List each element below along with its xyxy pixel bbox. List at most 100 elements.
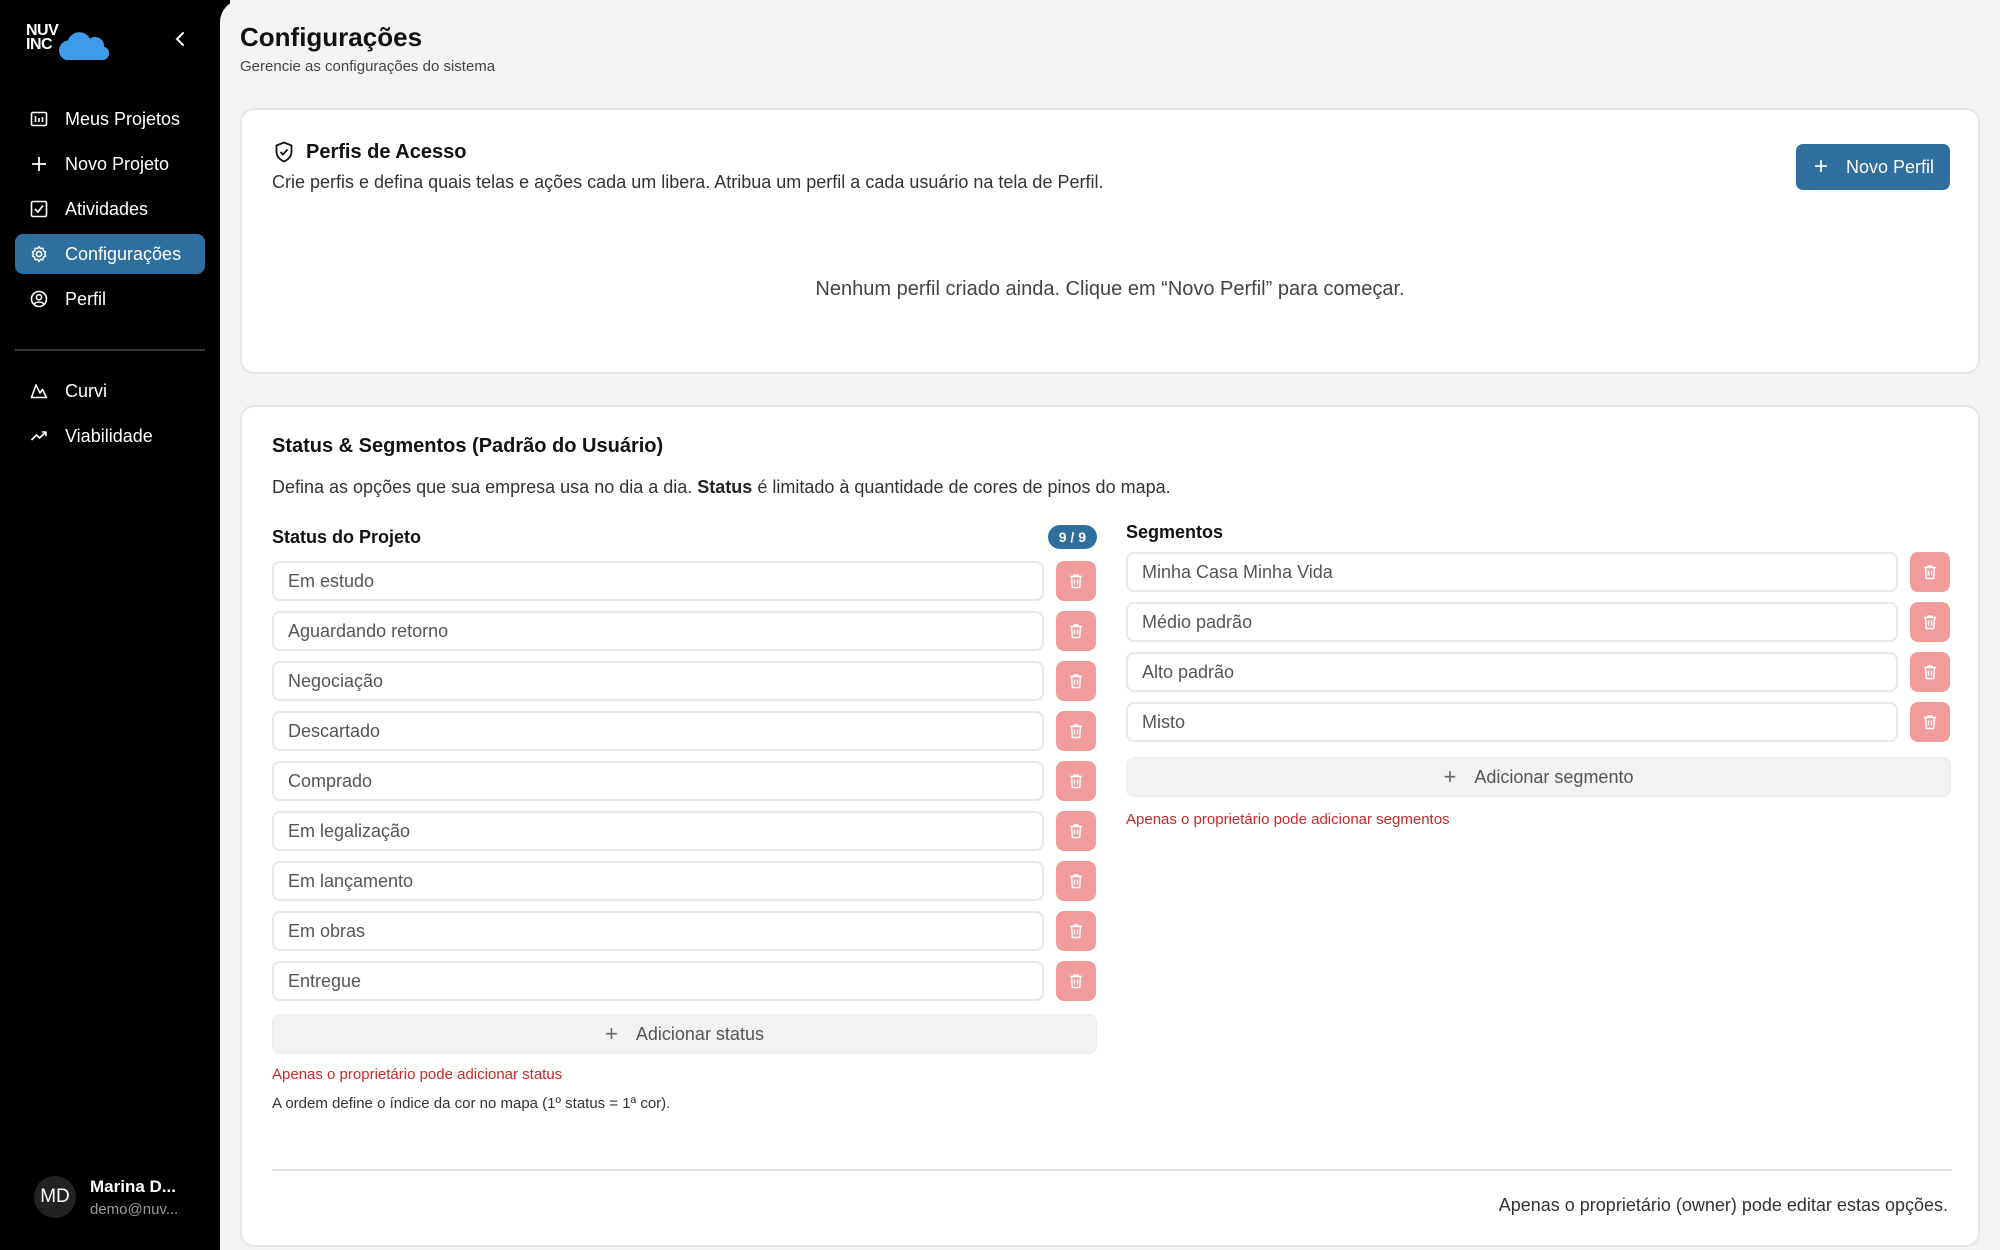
trash-icon [1067, 922, 1085, 940]
mountain-icon [29, 381, 49, 401]
sidebar-item-novo-projeto[interactable]: Novo Projeto [15, 144, 205, 184]
status-input[interactable]: Entregue [272, 961, 1044, 1001]
status-segments-card: Status & Segmentos (Padrão do Usuário) D… [240, 405, 1980, 1247]
add-status-button[interactable]: + Adicionar status [272, 1014, 1097, 1054]
add-segment-button[interactable]: + Adicionar segmento [1126, 757, 1951, 797]
sidebar-item-label: Configurações [65, 243, 182, 264]
sidebar-item-label: Meus Projetos [65, 108, 181, 129]
status-row: Em estudo [272, 556, 1097, 606]
status-input[interactable]: Aguardando retorno [272, 611, 1044, 651]
plus-icon: + [1813, 153, 1828, 180]
status-segments-description: Defina as opções que sua empresa usa no … [272, 477, 1171, 497]
trash-icon [1067, 872, 1085, 890]
trash-icon [1921, 563, 1939, 581]
user-menu[interactable]: MD Marina D... demo@nuv... [34, 1176, 178, 1218]
segment-row: Médio padrão [1126, 597, 1951, 647]
status-input[interactable]: Em lançamento [272, 861, 1044, 901]
sidebar: NUV INC Meus Projetos Novo Projeto Ativi… [0, 0, 230, 1250]
segment-input[interactable]: Misto [1126, 702, 1898, 742]
delete-status-button[interactable] [1056, 561, 1096, 601]
empty-profiles-message: Nenhum perfil criado ainda. Clique em “N… [815, 278, 1405, 300]
delete-segment-button[interactable] [1910, 552, 1950, 592]
segment-row: Minha Casa Minha Vida [1126, 547, 1951, 597]
delete-segment-button[interactable] [1910, 652, 1950, 692]
trash-icon [1067, 722, 1085, 740]
trash-icon [1921, 713, 1939, 731]
cloud-icon [58, 32, 110, 60]
plus-icon [29, 154, 49, 174]
sidebar-item-meus-projetos[interactable]: Meus Projetos [15, 99, 205, 139]
segments-column: Segmentos Minha Casa Minha Vida Médio pad… [1126, 517, 1951, 828]
add-segment-warning: Apenas o proprietário pode adicionar seg… [1126, 811, 1450, 828]
delete-segment-button[interactable] [1910, 702, 1950, 742]
avatar: MD [34, 1176, 76, 1218]
segment-row: Misto [1126, 697, 1951, 747]
nuvinc-logo[interactable]: NUV INC [26, 22, 110, 60]
delete-status-button[interactable] [1056, 811, 1096, 851]
sidebar-item-curvi[interactable]: Curvi [15, 371, 205, 411]
segment-input[interactable]: Alto padrão [1126, 652, 1898, 692]
project-status-column: Status do Projeto 9 / 9 Em estudo Aguarda… [272, 522, 1097, 1112]
delete-status-button[interactable] [1056, 961, 1096, 1001]
plus-icon: + [605, 1021, 618, 1046]
collapse-sidebar-button[interactable] [170, 28, 192, 50]
status-input[interactable]: Em obras [272, 911, 1044, 951]
status-input[interactable]: Comprado [272, 761, 1044, 801]
status-row: Em legalização [272, 806, 1097, 856]
access-profiles-title: Perfis de Acesso [306, 140, 467, 163]
delete-status-button[interactable] [1056, 761, 1096, 801]
shield-check-icon [275, 141, 293, 163]
sidebar-item-viabilidade[interactable]: Viabilidade [15, 416, 205, 456]
trash-icon [1067, 822, 1085, 840]
delete-status-button[interactable] [1056, 661, 1096, 701]
segment-input[interactable]: Minha Casa Minha Vida [1126, 552, 1898, 592]
sidebar-item-label: Perfil [65, 288, 107, 309]
new-profile-button[interactable]: + Novo Perfil [1795, 144, 1950, 190]
status-input[interactable]: Negociação [272, 661, 1044, 701]
trash-icon [1067, 772, 1085, 790]
status-row: Comprado [272, 756, 1097, 806]
main-content: Configurações Gerencie as configurações … [220, 0, 2000, 1250]
gear-icon [29, 244, 49, 264]
sidebar-item-label: Atividades [65, 198, 149, 219]
delete-status-button[interactable] [1056, 711, 1096, 751]
status-row: Entregue [272, 956, 1097, 1006]
user-email: demo@nuv... [90, 1200, 179, 1218]
status-order-note: A ordem define o índice da cor no mapa (… [272, 1095, 671, 1112]
sidebar-item-atividades[interactable]: Atividades [15, 189, 205, 229]
page-subtitle: Gerencie as configurações do sistema [240, 58, 496, 75]
sidebar-item-perfil[interactable]: Perfil [15, 279, 205, 319]
tools-nav: Curvi Viabilidade [15, 371, 205, 461]
status-input[interactable]: Em legalização [272, 811, 1044, 851]
trash-icon [1921, 663, 1939, 681]
delete-segment-button[interactable] [1910, 602, 1950, 642]
trash-icon [1067, 572, 1085, 590]
logo-text: NUV INC [26, 22, 59, 53]
status-input[interactable]: Descartado [272, 711, 1044, 751]
access-profiles-description: Crie perfis e defina quais telas e ações… [272, 172, 1104, 192]
sidebar-item-configuracoes[interactable]: Configurações [15, 234, 205, 274]
access-profiles-card: Perfis de Acesso Crie perfis e defina qu… [240, 108, 1980, 374]
segments-heading: Segmentos [1126, 521, 1224, 542]
checkbox-icon [29, 199, 49, 219]
sidebar-item-label: Viabilidade [65, 425, 153, 446]
project-status-heading: Status do Projeto [272, 526, 422, 547]
status-count-badge: 9 / 9 [1047, 525, 1097, 549]
trash-icon [1921, 613, 1939, 631]
status-row: Em obras [272, 906, 1097, 956]
chevron-left-icon [175, 32, 184, 46]
sidebar-divider [15, 349, 205, 351]
status-list: Em estudo Aguardando retorno Negociação Des… [272, 556, 1097, 1006]
plus-icon: + [1443, 764, 1457, 789]
add-status-warning: Apenas o proprietário pode adicionar sta… [272, 1066, 563, 1083]
segment-input[interactable]: Médio padrão [1126, 602, 1898, 642]
status-row: Descartado [272, 706, 1097, 756]
status-input[interactable]: Em estudo [272, 561, 1044, 601]
delete-status-button[interactable] [1056, 611, 1096, 651]
user-circle-icon [29, 289, 49, 309]
delete-status-button[interactable] [1056, 861, 1096, 901]
segment-row: Alto padrão [1126, 647, 1951, 697]
status-row: Em lançamento [272, 856, 1097, 906]
page-title: Configurações [240, 22, 423, 52]
delete-status-button[interactable] [1056, 911, 1096, 951]
